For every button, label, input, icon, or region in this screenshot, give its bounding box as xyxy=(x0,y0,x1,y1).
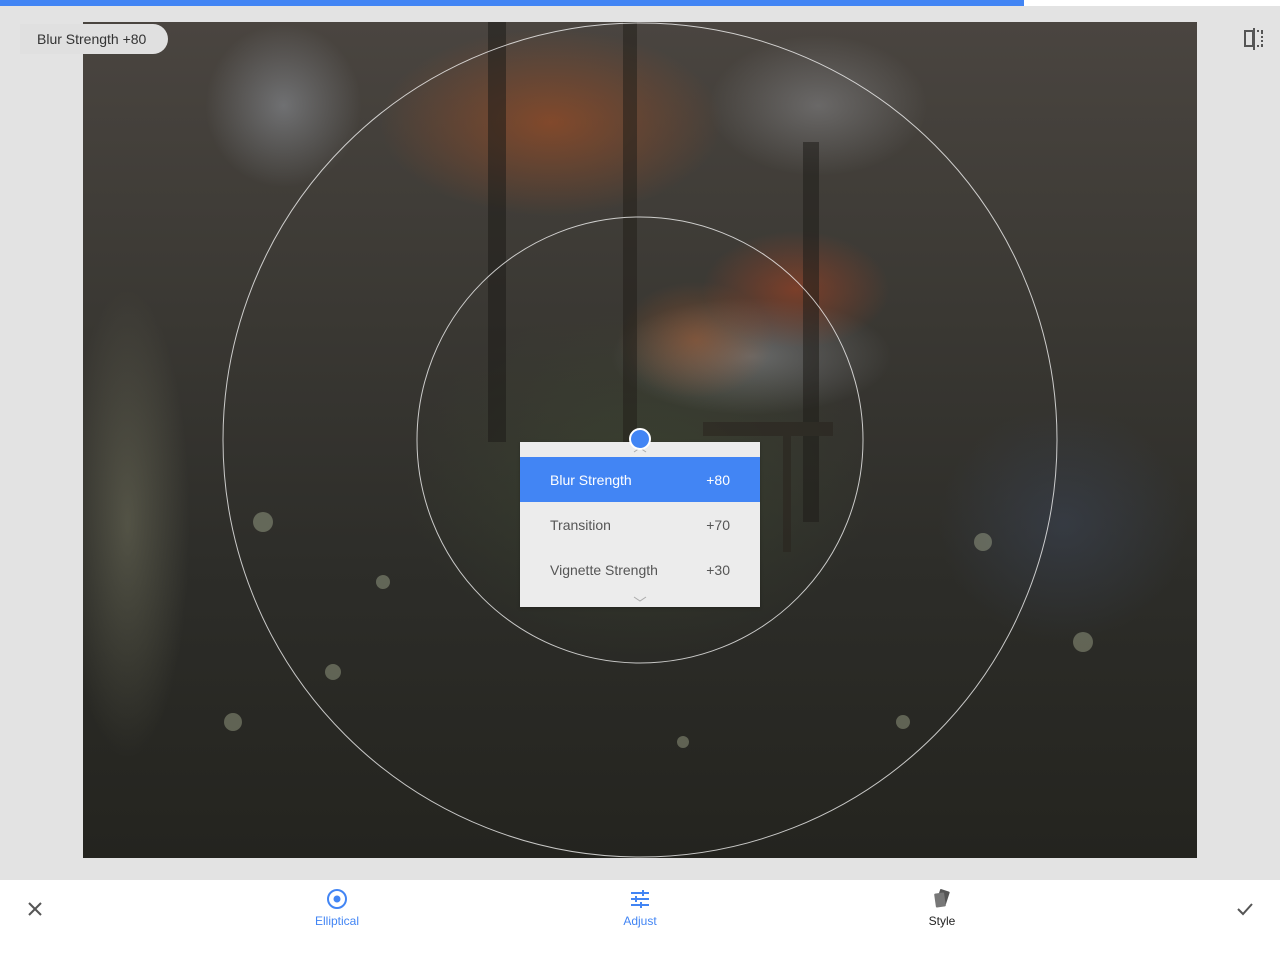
close-icon xyxy=(28,902,42,916)
scroll-down-icon[interactable] xyxy=(520,592,760,607)
sliders-icon xyxy=(631,890,649,908)
elliptical-label: Elliptical xyxy=(314,914,359,928)
elliptical-icon xyxy=(327,889,347,909)
menu-item-value: +30 xyxy=(706,561,730,578)
style-icon xyxy=(934,889,950,908)
center-handle[interactable] xyxy=(629,428,651,450)
menu-item-value: +80 xyxy=(706,471,730,488)
menu-item-transition[interactable]: Transition +70 xyxy=(520,502,760,547)
apply-button[interactable] xyxy=(1229,893,1261,925)
menu-item-label: Vignette Strength xyxy=(550,561,658,578)
progress-fill xyxy=(0,0,1024,6)
menu-item-value: +70 xyxy=(706,516,730,533)
style-label: Style xyxy=(928,914,956,928)
style-tool-button[interactable]: Style xyxy=(892,888,992,928)
menu-item-label: Blur Strength xyxy=(550,471,632,488)
adjust-label: Adjust xyxy=(623,914,657,928)
menu-item-blur-strength[interactable]: Blur Strength +80 xyxy=(520,457,760,502)
bottom-toolbar: Elliptical Adjust Style xyxy=(0,880,1280,960)
adjustment-badge: Blur Strength +80 xyxy=(20,24,169,54)
adjustment-menu: Blur Strength +80 Transition +70 Vignett… xyxy=(520,442,760,607)
progress-bar xyxy=(0,0,1280,6)
check-icon xyxy=(1237,903,1253,916)
adjust-tool-button[interactable]: Adjust xyxy=(590,888,690,928)
compare-button[interactable] xyxy=(1240,26,1268,52)
compare-icon xyxy=(1244,28,1263,50)
cancel-button[interactable] xyxy=(19,893,51,925)
menu-item-label: Transition xyxy=(550,516,611,533)
menu-item-vignette-strength[interactable]: Vignette Strength +30 xyxy=(520,547,760,592)
elliptical-tool-button[interactable]: Elliptical xyxy=(287,888,387,928)
